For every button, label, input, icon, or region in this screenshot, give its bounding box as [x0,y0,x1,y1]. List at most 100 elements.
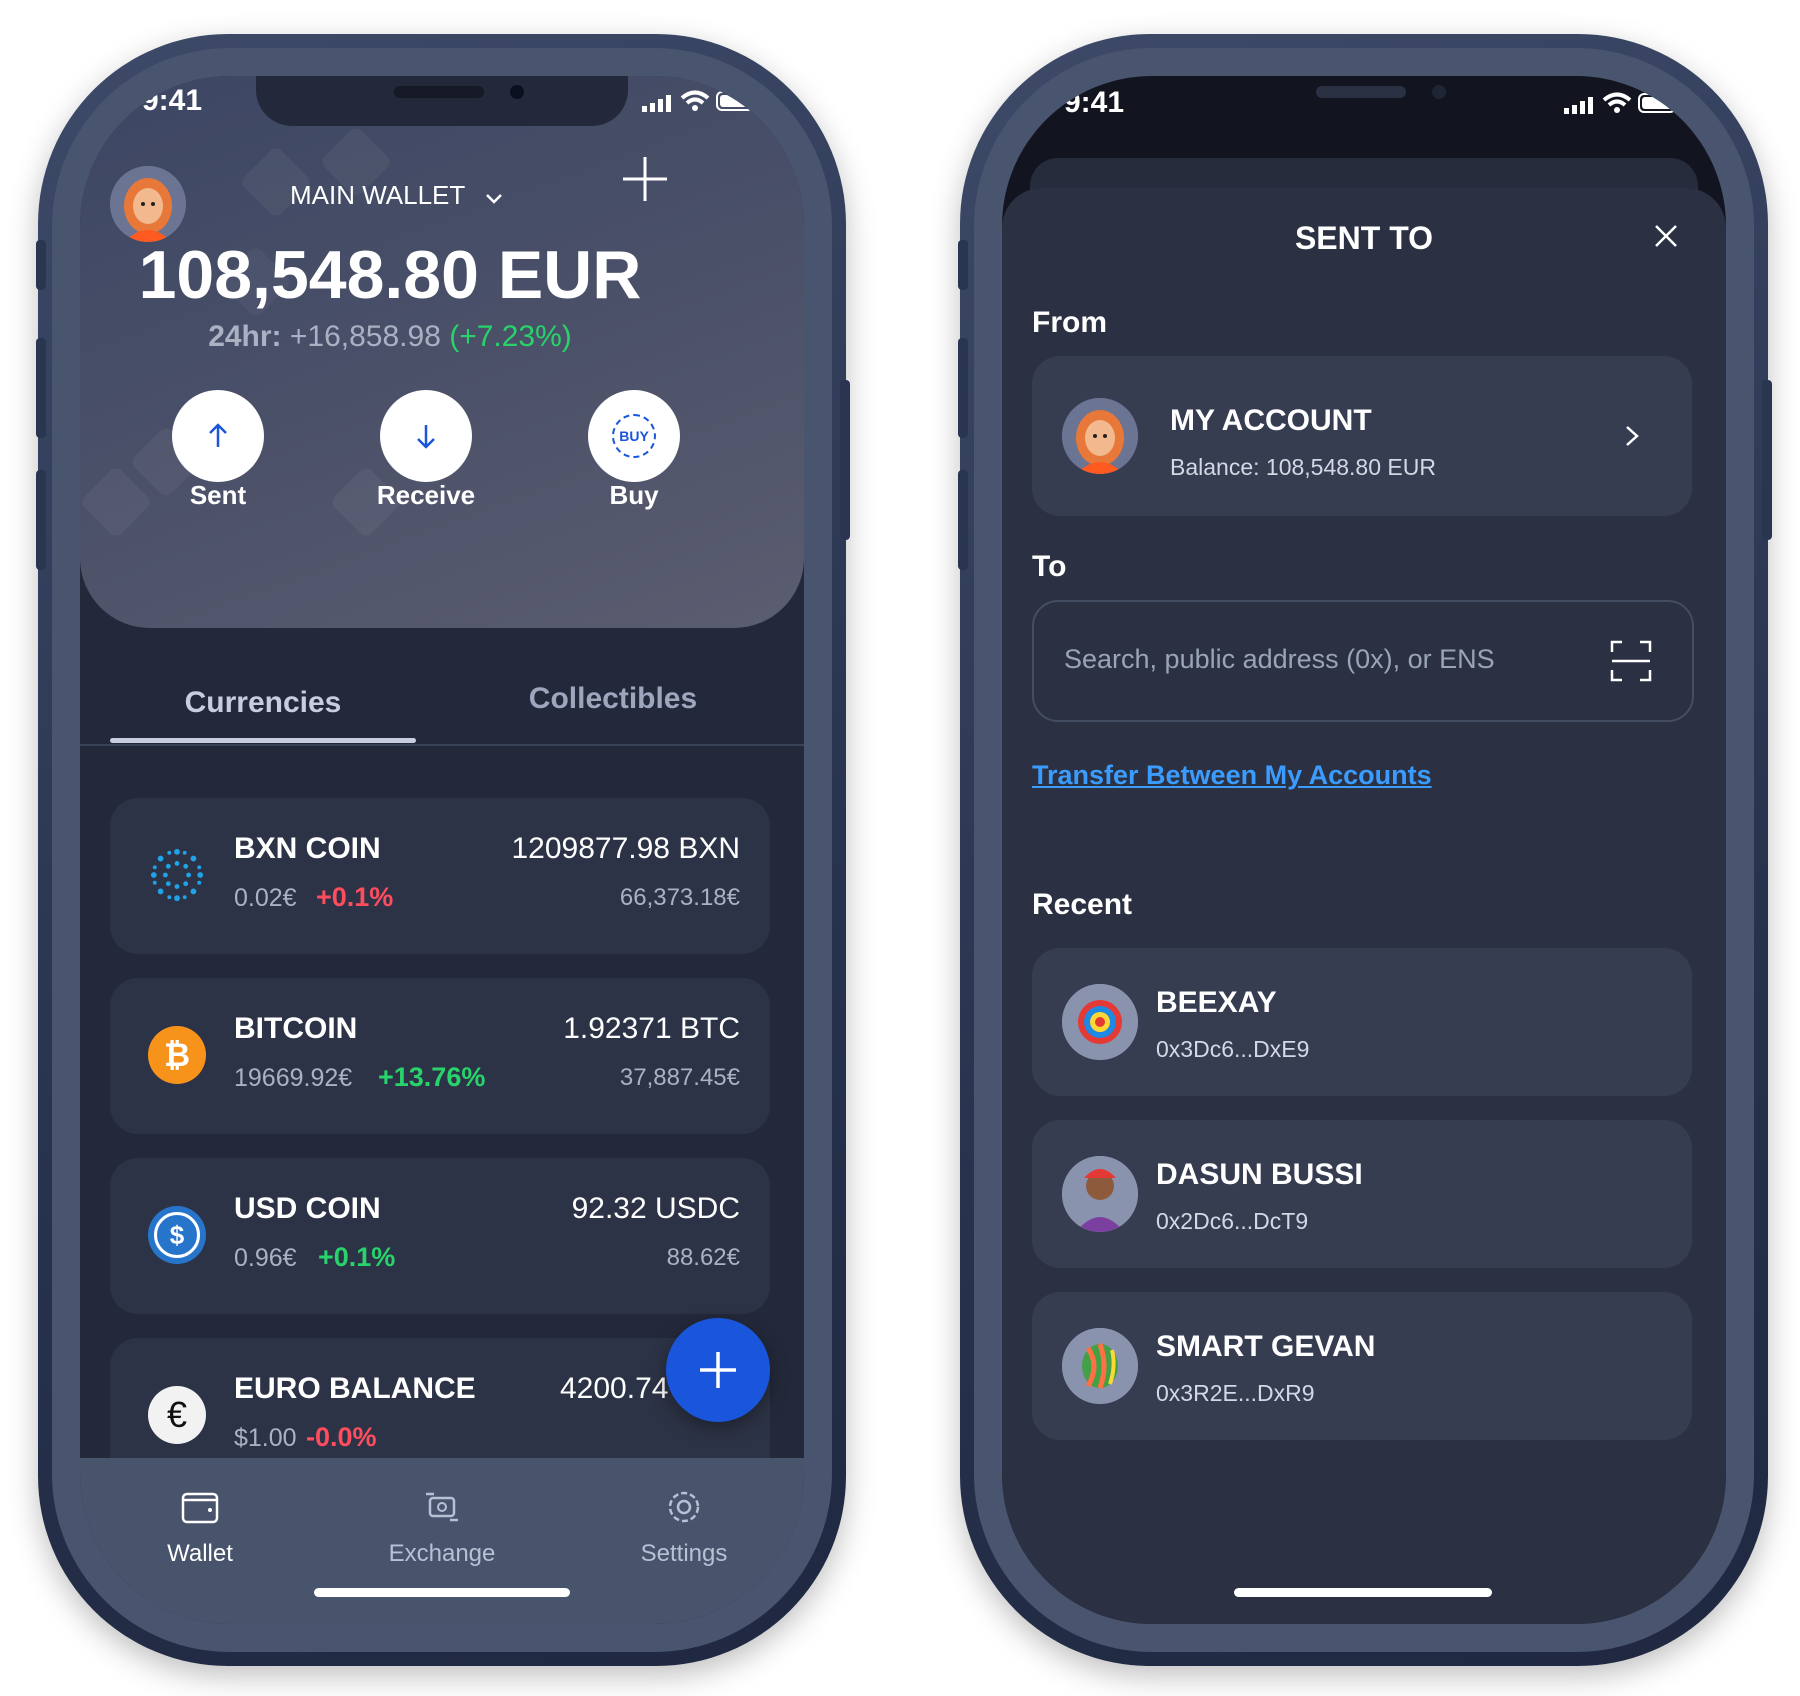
wallet-icon [181,1492,219,1524]
home-indicator [314,1588,570,1597]
total-balance: 108,548.80 EUR [138,237,642,313]
wifi-icon [1602,92,1632,114]
power-button [840,380,850,540]
left-screen: 9:41 MAIN WALLET 108,548.80 EUR 24hr: +1… [80,76,804,1624]
volume-up-button [36,338,46,438]
nav-exchange[interactable]: Exchange [342,1488,542,1578]
add-asset-fab[interactable] [666,1318,770,1422]
usd-coin-icon: $ [148,1206,206,1264]
asset-name: EURO BALANCE [234,1372,476,1405]
speaker-grille [394,86,484,98]
asset-card-usdc[interactable]: $ USD COIN 0.96€ +0.1% 92.32 USDC 88.62€ [110,1158,770,1314]
plus-icon [700,1352,736,1388]
bxn-coin-icon [148,846,206,904]
asset-amount: 1209877.98 BXN [511,832,740,865]
contact-address: 0x3R2E...DxR9 [1156,1380,1315,1406]
front-camera [510,85,524,99]
volume-down-button [958,470,968,570]
asset-name: USD COIN [234,1192,381,1225]
asset-price: 0.96€ [234,1244,297,1272]
contact-name: DASUN BUSSI [1156,1158,1363,1191]
buy-icon: BUY [612,414,656,458]
mute-switch [36,240,46,290]
asset-amount: 4200.74 [560,1372,669,1405]
mute-switch [958,240,968,290]
front-camera [1432,85,1446,99]
signal-icon [642,94,676,112]
wallet-selector-label: MAIN WALLET [290,180,465,210]
contact-address: 0x2Dc6...DcT9 [1156,1208,1309,1234]
avatar [1062,398,1138,474]
chevron-down-icon [484,182,504,213]
contact-name: BEEXAY [1156,986,1277,1019]
buy-icon-text: BUY [619,428,649,444]
home-indicator [1234,1588,1492,1597]
sent-to-sheet: SENT TO From MY ACCOUNT Balance: 108,548… [1002,188,1726,1624]
gear-icon [668,1491,700,1523]
close-button[interactable] [1646,216,1686,256]
euro-icon: € [148,1386,206,1444]
volume-down-button [36,470,46,570]
bitcoin-icon: ₿ [148,1026,206,1084]
right-screen: 9:41 SENT TO From MY ACCOUNT Balance: 10… [1002,76,1726,1624]
power-button [1762,380,1772,540]
tab-divider [80,744,804,746]
recent-contact-beexay[interactable]: BEEXAY 0x3Dc6...DxE9 [1032,948,1692,1096]
account-balance: Balance: 108,548.80 EUR [1170,454,1436,480]
buy-button[interactable]: BUY [588,390,680,482]
tab-collectibles[interactable]: Collectibles [460,682,766,716]
chevron-right-icon [1622,422,1642,455]
wallet-selector[interactable]: MAIN WALLET [290,180,610,220]
from-account-card[interactable]: MY ACCOUNT Balance: 108,548.80 EUR [1032,356,1692,516]
buy-label: Buy [609,480,659,510]
avatar[interactable] [110,166,186,242]
nav-settings[interactable]: Settings [584,1488,784,1578]
speaker-grille [1316,86,1406,98]
wifi-icon [680,90,710,112]
recent-contact-dasun-bussi[interactable]: DASUN BUSSI 0x2Dc6...DcT9 [1032,1120,1692,1268]
receive-label: Receive [376,480,476,510]
asset-price: 0.02€ [234,884,297,912]
asset-change: -0.0% [306,1422,377,1452]
recent-label: Recent [1032,888,1133,921]
balance-change: 24hr: +16,858.98 (+7.23%) [80,320,700,354]
nav-exchange-label: Exchange [388,1540,496,1567]
account-name: MY ACCOUNT [1170,404,1372,437]
nav-settings-label: Settings [640,1540,728,1567]
tab-currencies[interactable]: Currencies [110,686,416,746]
close-icon [1655,225,1677,247]
asset-card-bxn[interactable]: BXN COIN 0.02€ +0.1% 1209877.98 BXN 66,3… [110,798,770,954]
volume-up-button [958,338,968,438]
asset-price: $1.00 [234,1424,297,1452]
search-placeholder: Search, public address (0x), or ENS [1064,644,1495,674]
change-label: 24hr: [208,320,282,353]
nav-wallet-label: Wallet [167,1540,233,1567]
recipient-search-input[interactable]: Search, public address (0x), or ENS [1032,600,1694,722]
sheet-title: SENT TO [1294,220,1434,256]
asset-amount: 1.92371 BTC [563,1012,740,1045]
qr-scan-icon[interactable] [1610,640,1652,687]
change-percent: (+7.23%) [449,320,572,353]
recent-contact-smart-gevan[interactable]: SMART GEVAN 0x3R2E...DxR9 [1032,1292,1692,1440]
asset-value: 88.62€ [666,1244,740,1271]
asset-amount: 92.32 USDC [571,1192,740,1225]
transfer-between-accounts-link[interactable]: Transfer Between My Accounts [1032,760,1432,791]
notch [256,76,628,126]
add-wallet-button[interactable] [620,154,670,204]
tab-currencies-label: Currencies [184,686,342,719]
asset-value: 66,373.18€ [619,884,740,911]
battery-icon [1638,93,1682,113]
notch [1178,76,1550,126]
asset-name: BITCOIN [234,1012,358,1045]
asset-change: +0.1% [318,1242,396,1272]
receive-button[interactable] [380,390,472,482]
asset-card-bitcoin[interactable]: ₿ BITCOIN 19669.92€ +13.76% 1.92371 BTC … [110,978,770,1134]
sent-label: Sent [189,480,247,510]
avatar [1062,1156,1138,1232]
sent-button[interactable] [172,390,264,482]
tab-active-indicator [110,738,416,743]
nav-wallet[interactable]: Wallet [100,1488,300,1578]
asset-value: 37,887.45€ [619,1064,740,1091]
wallet-header-card: 9:41 MAIN WALLET 108,548.80 EUR 24hr: +1… [80,76,804,628]
arrow-down-icon [417,425,435,449]
